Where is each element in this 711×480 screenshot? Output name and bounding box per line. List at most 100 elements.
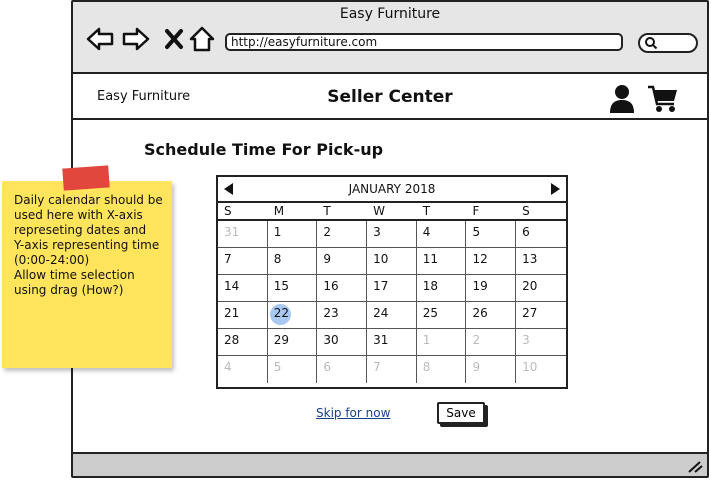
calendar-day-number: 9: [472, 360, 481, 374]
weekday-label: T: [323, 204, 331, 218]
search-input[interactable]: [638, 33, 698, 53]
calendar-day[interactable]: 25: [417, 302, 467, 328]
calendar-day-number: 6: [323, 360, 332, 374]
calendar-day-number: 1: [422, 333, 431, 347]
calendar-day[interactable]: 15: [268, 275, 318, 301]
calendar-day[interactable]: 27: [516, 302, 566, 328]
sticky-note-line: Allow time selection: [14, 268, 135, 282]
skip-link[interactable]: Skip for now: [316, 406, 390, 420]
calendar-day-number: 18: [422, 279, 439, 293]
calendar-day[interactable]: 2: [317, 221, 368, 247]
calendar-day[interactable]: 13: [516, 248, 566, 274]
calendar-day-number: 24: [373, 306, 389, 320]
calendar-day[interactable]: 5: [268, 356, 318, 383]
calendar-day-number: 10: [522, 360, 538, 374]
calendar-day[interactable]: 23: [317, 302, 368, 328]
window-title: Easy Furniture: [339, 6, 441, 22]
app-header: Easy Furniture Seller Center: [73, 74, 707, 120]
calendar-day[interactable]: 16: [317, 275, 368, 301]
calendar-day-number: 31: [224, 225, 240, 239]
calendar-day-number: 12: [472, 252, 488, 266]
user-icon[interactable]: [609, 84, 635, 114]
calendar-day-number: 3: [373, 225, 381, 239]
calendar-day[interactable]: 10: [367, 248, 417, 274]
sticky-note-line: Y-axis representing time: [14, 238, 160, 252]
calendar-day[interactable]: 30: [317, 329, 368, 355]
calendar-day[interactable]: 17: [367, 275, 417, 301]
back-button[interactable]: [85, 24, 115, 54]
browser-chrome: Easy Furniture http://easyfurniture.com: [73, 2, 707, 74]
calendar-day-number: 8: [422, 360, 431, 374]
stop-button[interactable]: [159, 24, 189, 54]
calendar-day[interactable]: 29: [268, 329, 318, 355]
calendar-day-selected[interactable]: 22: [268, 302, 318, 328]
calendar-day-number: 6: [522, 225, 530, 239]
calendar-day-number: 2: [472, 333, 481, 347]
calendar-day-number: 5: [472, 225, 481, 239]
weekday-header-row: SMTWTFS: [218, 203, 566, 221]
calendar-day[interactable]: 18: [417, 275, 467, 301]
calendar-day[interactable]: 14: [218, 275, 268, 301]
calendar-day[interactable]: 2: [466, 329, 517, 355]
weekday-label: W: [373, 204, 385, 218]
next-month-icon[interactable]: [551, 183, 560, 195]
calendar-day[interactable]: 8: [268, 248, 318, 274]
sticky-note: Daily calendar should be used here with X…: [2, 181, 172, 368]
section-heading: Schedule Time For Pick-up: [144, 140, 384, 159]
calendar-day[interactable]: 1: [268, 221, 318, 247]
cart-icon[interactable]: [647, 84, 679, 114]
home-icon: [189, 26, 215, 52]
save-button[interactable]: Save: [437, 402, 485, 424]
calendar-month-label: JANUARY 2018: [348, 182, 436, 196]
date-picker: JANUARY 2018 SMTWTFS 31 1 2 3 4 5 6 7 8 9 10 11 12 13…: [216, 175, 568, 389]
calendar-day[interactable]: 4: [417, 221, 467, 247]
calendar-day-number: 11: [422, 252, 439, 266]
calendar-day-number: 29: [273, 333, 289, 347]
calendar-day-number: 13: [522, 252, 538, 266]
calendar-day[interactable]: 28: [218, 329, 268, 355]
calendar-day-number: 5: [273, 360, 282, 374]
calendar-day[interactable]: 19: [466, 275, 517, 301]
calendar-week-row: 28 29 30 31 1 2 3: [218, 329, 566, 356]
calendar-day[interactable]: 20: [516, 275, 566, 301]
calendar-grid: SMTWTFS 31 1 2 3 4 5 6 7 8 9 10 11 12 13 14 15 16 17 18 19 2…: [218, 203, 566, 383]
calendar-day-number: 20: [522, 279, 538, 293]
home-button[interactable]: [187, 24, 217, 54]
calendar-day[interactable]: 31: [218, 221, 268, 247]
calendar-day[interactable]: 7: [367, 356, 417, 383]
forward-button[interactable]: [121, 24, 151, 54]
calendar-day[interactable]: 5: [466, 221, 517, 247]
calendar-day[interactable]: 12: [466, 248, 517, 274]
calendar-day[interactable]: 24: [367, 302, 417, 328]
calendar-day-number: 27: [522, 306, 538, 320]
calendar-header: JANUARY 2018: [218, 177, 566, 203]
sticky-note-line: Daily calendar should be: [14, 193, 163, 207]
calendar-day[interactable]: 11: [417, 248, 467, 274]
calendar-day[interactable]: 8: [417, 356, 467, 383]
calendar-day[interactable]: 6: [516, 221, 566, 247]
calendar-day[interactable]: 3: [516, 329, 566, 355]
calendar-day[interactable]: 21: [218, 302, 268, 328]
resize-grip-icon[interactable]: [687, 459, 703, 473]
calendar-day[interactable]: 3: [367, 221, 417, 247]
calendar-day-number: 10: [373, 252, 389, 266]
calendar-day-number: 14: [224, 279, 240, 293]
calendar-day[interactable]: 9: [317, 248, 368, 274]
calendar-day-number: 3: [522, 333, 530, 347]
calendar-day-number: 22: [273, 306, 289, 320]
weekday-label: F: [472, 204, 480, 218]
calendar-day[interactable]: 1: [417, 329, 467, 355]
arrow-left-icon: [86, 27, 114, 51]
calendar-day-number: 9: [323, 252, 332, 266]
calendar-day[interactable]: 9: [466, 356, 517, 383]
calendar-day[interactable]: 6: [317, 356, 368, 383]
calendar-day[interactable]: 4: [218, 356, 268, 383]
calendar-day[interactable]: 7: [218, 248, 268, 274]
arrow-right-icon: [122, 27, 150, 51]
url-input[interactable]: http://easyfurniture.com: [225, 33, 623, 51]
calendar-day[interactable]: 26: [466, 302, 517, 328]
calendar-day[interactable]: 31: [367, 329, 417, 355]
weekday-label: M: [273, 204, 285, 218]
calendar-day[interactable]: 10: [516, 356, 566, 383]
calendar-day-number: 7: [224, 252, 232, 266]
